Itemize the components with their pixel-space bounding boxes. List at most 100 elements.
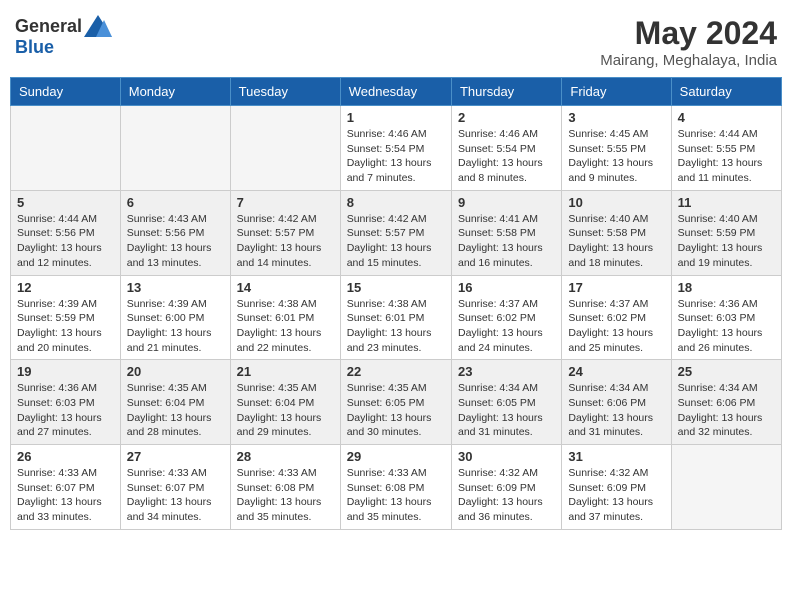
calendar-day-cell: 18 Sunrise: 4:36 AM Sunset: 6:03 PM Dayli… (671, 275, 781, 360)
day-info: Sunrise: 4:44 AM Sunset: 5:56 PM Dayligh… (17, 212, 114, 271)
day-number: 20 (127, 364, 224, 379)
calendar-day-cell: 12 Sunrise: 4:39 AM Sunset: 5:59 PM Dayli… (11, 275, 121, 360)
day-number: 26 (17, 449, 114, 464)
day-number: 3 (568, 110, 664, 125)
day-number: 24 (568, 364, 664, 379)
calendar-day-cell (230, 106, 340, 191)
day-info: Sunrise: 4:42 AM Sunset: 5:57 PM Dayligh… (347, 212, 445, 271)
calendar-week-row: 26 Sunrise: 4:33 AM Sunset: 6:07 PM Dayli… (11, 445, 782, 530)
calendar-day-cell: 25Sunrise: 4:34 AM Sunset: 6:06 PM Dayli… (671, 360, 781, 445)
day-info: Sunrise: 4:40 AM Sunset: 5:58 PM Dayligh… (568, 212, 664, 271)
calendar-day-cell: 23 Sunrise: 4:34 AM Sunset: 6:05 PM Dayli… (451, 360, 561, 445)
logo-blue-text: Blue (15, 37, 54, 58)
location-subtitle: Mairang, Meghalaya, India (600, 52, 777, 69)
logo-icon (84, 15, 112, 37)
calendar-day-cell: 28Sunrise: 4:33 AM Sunset: 6:08 PM Dayli… (230, 445, 340, 530)
day-header-saturday: Saturday (671, 78, 781, 106)
day-number: 8 (347, 195, 445, 210)
day-header-tuesday: Tuesday (230, 78, 340, 106)
day-info: Sunrise: 4:45 AM Sunset: 5:55 PM Dayligh… (568, 127, 664, 186)
day-info: Sunrise: 4:38 AM Sunset: 6:01 PM Dayligh… (237, 297, 334, 356)
calendar-day-cell: 14 Sunrise: 4:38 AM Sunset: 6:01 PM Dayli… (230, 275, 340, 360)
day-number: 18 (678, 280, 775, 295)
day-number: 6 (127, 195, 224, 210)
calendar-week-row: 19 Sunrise: 4:36 AM Sunset: 6:03 PM Dayli… (11, 360, 782, 445)
day-number: 16 (458, 280, 555, 295)
calendar-week-row: 5 Sunrise: 4:44 AM Sunset: 5:56 PM Daylig… (11, 190, 782, 275)
day-number: 4 (678, 110, 775, 125)
calendar-day-cell: 7Sunrise: 4:42 AM Sunset: 5:57 PM Daylig… (230, 190, 340, 275)
day-info: Sunrise: 4:33 AM Sunset: 6:07 PM Dayligh… (17, 466, 114, 525)
calendar-day-cell: 11 Sunrise: 4:40 AM Sunset: 5:59 PM Dayli… (671, 190, 781, 275)
month-year-title: May 2024 (600, 15, 777, 52)
day-info: Sunrise: 4:33 AM Sunset: 6:07 PM Dayligh… (127, 466, 224, 525)
day-info: Sunrise: 4:44 AM Sunset: 5:55 PM Dayligh… (678, 127, 775, 186)
day-info: Sunrise: 4:34 AM Sunset: 6:05 PM Dayligh… (458, 381, 555, 440)
day-number: 7 (237, 195, 334, 210)
calendar-day-cell: 16 Sunrise: 4:37 AM Sunset: 6:02 PM Dayli… (451, 275, 561, 360)
calendar-day-cell: 8 Sunrise: 4:42 AM Sunset: 5:57 PM Daylig… (340, 190, 451, 275)
calendar-day-cell (11, 106, 121, 191)
calendar-day-cell: 22Sunrise: 4:35 AM Sunset: 6:05 PM Dayli… (340, 360, 451, 445)
day-info: Sunrise: 4:38 AM Sunset: 6:01 PM Dayligh… (347, 297, 445, 356)
day-info: Sunrise: 4:36 AM Sunset: 6:03 PM Dayligh… (17, 381, 114, 440)
day-number: 11 (678, 195, 775, 210)
day-info: Sunrise: 4:46 AM Sunset: 5:54 PM Dayligh… (458, 127, 555, 186)
calendar-day-cell (120, 106, 230, 191)
day-info: Sunrise: 4:36 AM Sunset: 6:03 PM Dayligh… (678, 297, 775, 356)
calendar-day-cell: 1Sunrise: 4:46 AM Sunset: 5:54 PM Daylig… (340, 106, 451, 191)
day-number: 19 (17, 364, 114, 379)
day-number: 27 (127, 449, 224, 464)
day-number: 10 (568, 195, 664, 210)
calendar-day-cell: 26 Sunrise: 4:33 AM Sunset: 6:07 PM Dayli… (11, 445, 121, 530)
calendar-table: SundayMondayTuesdayWednesdayThursdayFrid… (10, 77, 782, 530)
day-number: 21 (237, 364, 334, 379)
day-info: Sunrise: 4:37 AM Sunset: 6:02 PM Dayligh… (568, 297, 664, 356)
day-info: Sunrise: 4:33 AM Sunset: 6:08 PM Dayligh… (347, 466, 445, 525)
calendar-day-cell: 21 Sunrise: 4:35 AM Sunset: 6:04 PM Dayli… (230, 360, 340, 445)
calendar-day-cell: 13 Sunrise: 4:39 AM Sunset: 6:00 PM Dayli… (120, 275, 230, 360)
day-number: 31 (568, 449, 664, 464)
calendar-week-row: 1Sunrise: 4:46 AM Sunset: 5:54 PM Daylig… (11, 106, 782, 191)
calendar-day-cell (671, 445, 781, 530)
day-number: 14 (237, 280, 334, 295)
calendar-day-cell: 15Sunrise: 4:38 AM Sunset: 6:01 PM Dayli… (340, 275, 451, 360)
day-info: Sunrise: 4:32 AM Sunset: 6:09 PM Dayligh… (568, 466, 664, 525)
day-number: 23 (458, 364, 555, 379)
title-section: May 2024 Mairang, Meghalaya, India (600, 15, 777, 69)
day-number: 30 (458, 449, 555, 464)
calendar-day-cell: 9Sunrise: 4:41 AM Sunset: 5:58 PM Daylig… (451, 190, 561, 275)
calendar-week-row: 12 Sunrise: 4:39 AM Sunset: 5:59 PM Dayli… (11, 275, 782, 360)
calendar-day-cell: 5 Sunrise: 4:44 AM Sunset: 5:56 PM Daylig… (11, 190, 121, 275)
day-info: Sunrise: 4:43 AM Sunset: 5:56 PM Dayligh… (127, 212, 224, 271)
calendar-day-cell: 24 Sunrise: 4:34 AM Sunset: 6:06 PM Dayli… (562, 360, 671, 445)
day-header-friday: Friday (562, 78, 671, 106)
day-info: Sunrise: 4:33 AM Sunset: 6:08 PM Dayligh… (237, 466, 334, 525)
day-info: Sunrise: 4:39 AM Sunset: 6:00 PM Dayligh… (127, 297, 224, 356)
page-header: General Blue May 2024 Mairang, Meghalaya… (10, 10, 782, 69)
calendar-day-cell: 31 Sunrise: 4:32 AM Sunset: 6:09 PM Dayli… (562, 445, 671, 530)
calendar-day-cell: 19 Sunrise: 4:36 AM Sunset: 6:03 PM Dayli… (11, 360, 121, 445)
day-info: Sunrise: 4:32 AM Sunset: 6:09 PM Dayligh… (458, 466, 555, 525)
day-info: Sunrise: 4:39 AM Sunset: 5:59 PM Dayligh… (17, 297, 114, 356)
logo-general-text: General (15, 16, 82, 37)
calendar-header-row: SundayMondayTuesdayWednesdayThursdayFrid… (11, 78, 782, 106)
calendar-day-cell: 20Sunrise: 4:35 AM Sunset: 6:04 PM Dayli… (120, 360, 230, 445)
calendar-day-cell: 27 Sunrise: 4:33 AM Sunset: 6:07 PM Dayli… (120, 445, 230, 530)
day-info: Sunrise: 4:40 AM Sunset: 5:59 PM Dayligh… (678, 212, 775, 271)
day-number: 5 (17, 195, 114, 210)
day-number: 12 (17, 280, 114, 295)
day-header-wednesday: Wednesday (340, 78, 451, 106)
day-info: Sunrise: 4:46 AM Sunset: 5:54 PM Dayligh… (347, 127, 445, 186)
calendar-day-cell: 2Sunrise: 4:46 AM Sunset: 5:54 PM Daylig… (451, 106, 561, 191)
day-info: Sunrise: 4:35 AM Sunset: 6:04 PM Dayligh… (237, 381, 334, 440)
day-number: 13 (127, 280, 224, 295)
day-info: Sunrise: 4:37 AM Sunset: 6:02 PM Dayligh… (458, 297, 555, 356)
day-info: Sunrise: 4:34 AM Sunset: 6:06 PM Dayligh… (568, 381, 664, 440)
day-info: Sunrise: 4:35 AM Sunset: 6:05 PM Dayligh… (347, 381, 445, 440)
calendar-day-cell: 30 Sunrise: 4:32 AM Sunset: 6:09 PM Dayli… (451, 445, 561, 530)
calendar-day-cell: 29 Sunrise: 4:33 AM Sunset: 6:08 PM Dayli… (340, 445, 451, 530)
day-number: 25 (678, 364, 775, 379)
day-number: 29 (347, 449, 445, 464)
calendar-day-cell: 4 Sunrise: 4:44 AM Sunset: 5:55 PM Daylig… (671, 106, 781, 191)
